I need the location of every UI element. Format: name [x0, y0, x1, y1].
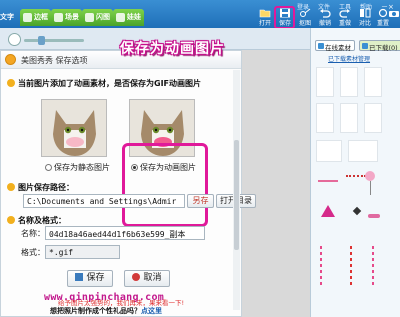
section-label: 图片保存路径： [18, 183, 74, 192]
animated-image-radio[interactable]: 保存为动画图片 [131, 162, 196, 173]
name-section-title: 名称及格式： [7, 215, 66, 226]
animated-option-highlight [122, 143, 208, 227]
lollipop-stick [370, 181, 371, 195]
radio-icon [45, 164, 52, 171]
format-label: 格式： [21, 248, 45, 257]
sparkle-line-sticker[interactable] [320, 246, 322, 286]
cancel-icon [132, 273, 141, 281]
file-name-field[interactable]: 04d18a46aed44d1f6b63e599_副本 [45, 226, 205, 240]
gift-tip-text: 想把照片制作成个性礼品吗？ [50, 307, 141, 315]
tab-frame[interactable]: 边框 [20, 9, 51, 26]
radio-selected-icon [131, 164, 138, 171]
doll-icon [116, 13, 125, 22]
redo-button[interactable]: 重做 [336, 8, 354, 28]
globe-icon [318, 43, 324, 49]
path-section-title: 图片保存路径： [7, 182, 74, 193]
text-tab-fragment[interactable]: 文字 [0, 12, 14, 22]
compare-button[interactable]: 对比 [356, 8, 374, 28]
zoom-out-icon[interactable] [8, 33, 21, 46]
cat-photo-icon [42, 100, 106, 156]
bullet-icon [7, 216, 15, 224]
material-thumb[interactable] [364, 67, 382, 97]
dialog-title: 美图秀秀 保存选项 [21, 56, 88, 65]
static-image-radio[interactable]: 保存为静态图片 [45, 162, 110, 173]
tab-label: 在线素材 [325, 44, 351, 52]
button-label: 保存 [86, 273, 105, 283]
radio-label: 保存为静态图片 [54, 163, 110, 172]
undo-icon [320, 9, 331, 18]
button-label: 对比 [358, 20, 371, 27]
file-format-field[interactable]: *.gif [45, 245, 120, 259]
save-as-button[interactable]: 另存 [187, 194, 214, 208]
tab-label: 已下载(0) [369, 44, 398, 52]
save-path-field[interactable]: C:\Documents and Settings\Admir [23, 194, 185, 208]
button-label: 抠图 [298, 20, 311, 27]
zoom-slider[interactable] [24, 39, 84, 42]
meitu-logo-icon [5, 54, 16, 65]
cutout-icon [300, 8, 311, 17]
redo-icon [339, 9, 350, 18]
sparkle-line-sticker[interactable] [372, 246, 374, 286]
gift-tip: 想把照片制作成个性礼品吗？点这里 [50, 306, 162, 316]
bullet-icon [7, 183, 15, 191]
tab-label: 娃娃 [127, 13, 141, 21]
frame-icon [23, 13, 32, 22]
button-label: 撤销 [318, 20, 331, 27]
save-button-highlight [274, 6, 295, 29]
annotation-callout: 保存为动画图片 [120, 41, 225, 57]
decoration-sticker[interactable] [346, 175, 366, 183]
button-label: 打开 [258, 20, 271, 27]
scrollbar-thumb[interactable] [234, 140, 239, 250]
lollipop-sticker[interactable] [365, 171, 375, 181]
save-icon [75, 273, 84, 281]
gift-tip-link[interactable]: 点这里 [141, 307, 162, 315]
material-thumb[interactable] [316, 103, 334, 133]
cutout-button[interactable]: 抠图 [296, 8, 314, 28]
decoration-sticker[interactable] [318, 172, 338, 182]
gif-question: 当前图片添加了动画素材，是否保存为GIF动画图片 [7, 78, 201, 89]
scene-icon [54, 13, 63, 22]
star-sticker[interactable] [321, 205, 335, 217]
folder-icon [259, 9, 271, 18]
tab-label: 边框 [34, 13, 48, 21]
material-thumb[interactable] [364, 103, 382, 133]
material-thumb[interactable] [340, 103, 358, 133]
tab-flash[interactable]: 闪图 [82, 9, 113, 26]
tab-label: 场景 [65, 13, 79, 21]
material-thumb[interactable] [316, 140, 342, 162]
button-label: 重做 [338, 20, 351, 27]
top-toolbar: 文字 边框 场景 闪图 娃娃 登录 文件 工具 帮助 －× 打开 保存 抠图 撤… [0, 0, 400, 28]
retouch-button[interactable] [388, 8, 400, 28]
manage-downloads-link[interactable]: 已下载素材管理 [328, 54, 370, 63]
name-label: 名称： [21, 229, 45, 238]
section-label: 名称及格式： [18, 216, 66, 225]
zoom-slider-handle[interactable] [38, 36, 45, 45]
downloaded-tab[interactable]: 已下载(0) [359, 40, 400, 52]
online-materials-tab[interactable]: 在线素材 [315, 40, 355, 52]
material-thumb[interactable] [340, 67, 358, 97]
material-thumb[interactable] [348, 140, 378, 162]
question-text: 当前图片添加了动画素材，是否保存为GIF动画图片 [18, 79, 202, 88]
cancel-button[interactable]: 取消 [124, 270, 170, 287]
undo-button[interactable]: 撤销 [316, 8, 334, 28]
save-options-dialog: 美图秀秀 保存选项 当前图片添加了动画素材，是否保存为GIF动画图片 保存为静态… [0, 50, 256, 317]
tab-scene[interactable]: 场景 [51, 9, 82, 26]
app-window: 文字 边框 场景 闪图 娃娃 登录 文件 工具 帮助 －× 打开 保存 抠图 撤… [0, 0, 400, 317]
flash-icon [85, 13, 94, 22]
camera-icon [389, 11, 399, 17]
static-preview-image [41, 99, 107, 157]
ribbon-sticker[interactable] [368, 214, 380, 218]
open-button[interactable]: 打开 [256, 8, 274, 28]
tab-label: 闪图 [96, 13, 110, 21]
download-icon [362, 43, 368, 49]
sparkle-line-sticker[interactable] [350, 246, 352, 286]
material-thumb[interactable] [316, 67, 334, 97]
compare-icon [360, 8, 371, 18]
save-button[interactable]: 保存 [67, 270, 113, 287]
tab-doll[interactable]: 娃娃 [113, 9, 144, 26]
button-label: 取消 [143, 273, 162, 283]
bullet-icon [7, 79, 15, 87]
radio-label: 保存为动画图片 [140, 163, 196, 172]
